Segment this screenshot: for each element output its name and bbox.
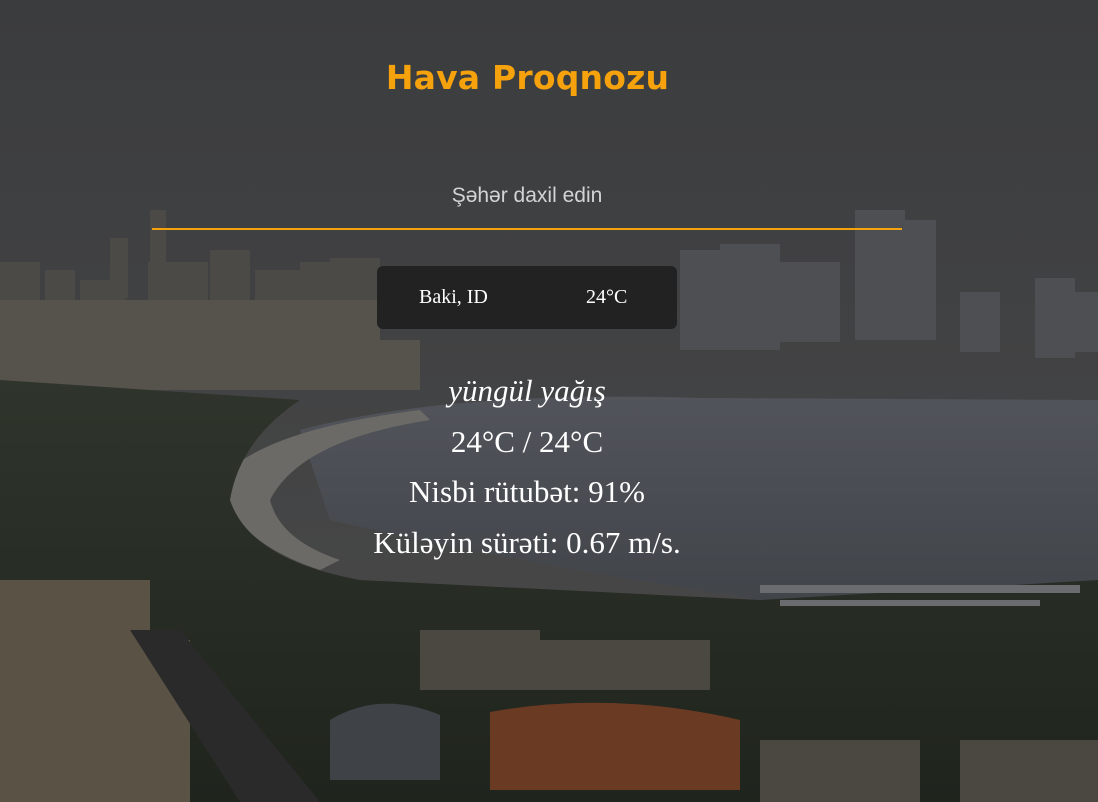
weather-result-card[interactable]: Baki, ID 24°C [377,266,677,329]
humidity-text: Nisbi rütubət: 91% [409,474,645,509]
city-search-input[interactable] [152,172,902,228]
result-city: Baki, ID [419,286,488,308]
temperature-range: 24°C / 24°C [450,423,604,459]
app-title: Hava Proqnozu [385,58,670,97]
weather-description: yüngül yağış [448,373,606,408]
city-search [152,172,902,230]
weather-app: Hava Proqnozu Baki, ID 24°C yüngül yağış… [0,0,1098,802]
wind-speed-text: Küləyin sürəti: 0.67 m/s. [373,524,681,560]
weather-details: yüngül yağış 24°C / 24°C Nisbi rütubət: … [0,366,1054,568]
result-temperature: 24°C [586,286,628,308]
